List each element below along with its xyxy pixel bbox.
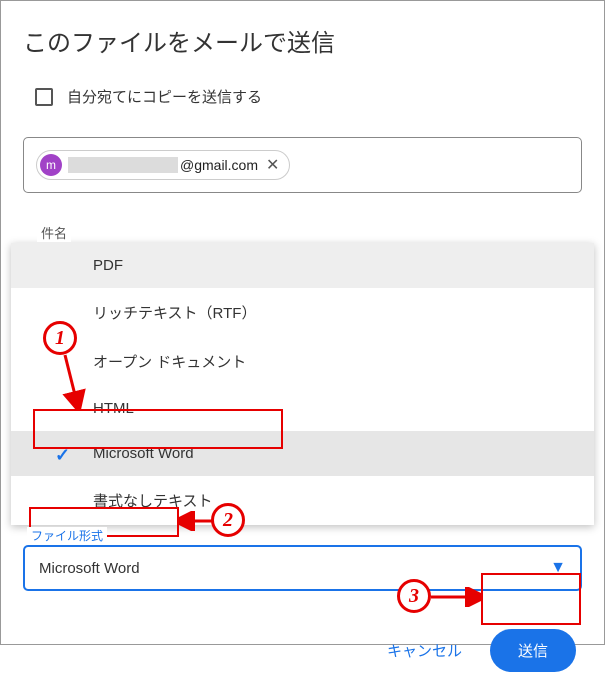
file-format-select[interactable]: Microsoft Word ▼: [23, 545, 582, 591]
cancel-button[interactable]: キャンセル: [377, 632, 472, 669]
format-option-label: リッチテキスト（RTF）: [93, 305, 256, 322]
copy-to-self-row[interactable]: 自分宛てにコピーを送信する: [35, 86, 582, 107]
format-option-html[interactable]: HTML: [11, 386, 594, 431]
subject-legend: 件名: [37, 223, 71, 242]
file-format-legend: ファイル形式: [27, 527, 107, 544]
annotation-number-1: 1: [43, 321, 77, 355]
format-option-rtf[interactable]: リッチテキスト（RTF）: [11, 288, 594, 337]
redacted-email-local: [68, 157, 178, 173]
copy-to-self-label: 自分宛てにコピーを送信する: [67, 86, 262, 107]
email-domain: @gmail.com: [180, 157, 258, 173]
avatar: m: [40, 154, 62, 176]
dialog-title: このファイルをメールで送信: [23, 23, 582, 58]
format-option-label: 書式なしテキスト: [93, 493, 213, 510]
format-option-label: PDF: [93, 257, 123, 274]
annotation-number-3: 3: [397, 579, 431, 613]
format-dropdown-list: PDF リッチテキスト（RTF） オープン ドキュメント HTML ✓ Micr…: [11, 243, 594, 525]
check-icon: ✓: [55, 445, 70, 466]
format-option-word[interactable]: ✓ Microsoft Word: [11, 431, 594, 476]
format-option-label: HTML: [93, 400, 134, 417]
recipient-field[interactable]: m @gmail.com ✕: [23, 137, 582, 193]
format-option-pdf[interactable]: PDF: [11, 243, 594, 288]
format-option-label: Microsoft Word: [93, 445, 194, 462]
format-option-plaintext[interactable]: 書式なしテキスト: [11, 476, 594, 525]
copy-to-self-checkbox[interactable]: [35, 88, 53, 106]
selected-format-value: Microsoft Word: [39, 560, 140, 577]
format-option-odt[interactable]: オープン ドキュメント: [11, 337, 594, 386]
remove-recipient-icon[interactable]: ✕: [264, 155, 281, 175]
format-option-label: オープン ドキュメント: [93, 354, 246, 371]
caret-down-icon: ▼: [550, 559, 566, 577]
recipient-chip[interactable]: m @gmail.com ✕: [36, 150, 290, 180]
send-button[interactable]: 送信: [490, 629, 576, 672]
annotation-number-2: 2: [211, 503, 245, 537]
